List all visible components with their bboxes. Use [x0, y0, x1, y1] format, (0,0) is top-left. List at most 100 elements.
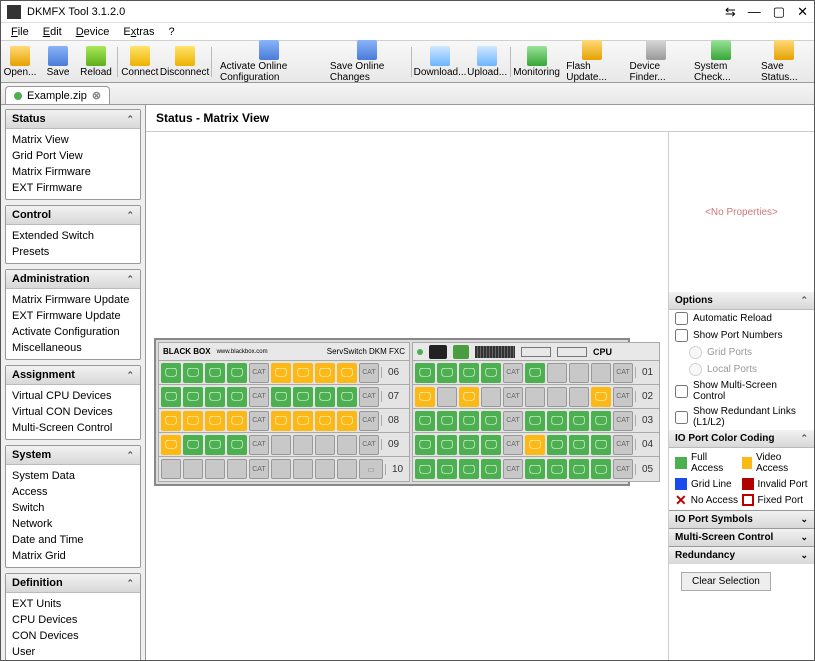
port-orange[interactable]: 🖵 [205, 411, 225, 431]
io-symbols-header[interactable]: IO Port Symbols⌄ [669, 510, 814, 528]
port-orange[interactable]: 🖵 [459, 387, 479, 407]
sidebar-item-sysdata[interactable]: System Data [12, 468, 134, 484]
monitoring-button[interactable]: Monitoring [513, 44, 560, 80]
port-cat[interactable]: CAT [249, 459, 269, 479]
sidebar-item-access[interactable]: Access [12, 484, 134, 500]
port-cat[interactable]: CAT [249, 435, 269, 455]
port-orange[interactable]: 🖵 [183, 411, 203, 431]
upload-button[interactable]: Upload... [466, 44, 508, 80]
port-cat[interactable]: CAT [503, 435, 523, 455]
port-orange[interactable]: 🖵 [337, 363, 357, 383]
port-green[interactable]: 🖵 [415, 435, 435, 455]
port-green[interactable]: 🖵 [547, 411, 567, 431]
port-green[interactable]: 🖵 [271, 387, 291, 407]
port-green[interactable]: 🖵 [315, 387, 335, 407]
port-empty[interactable] [547, 387, 567, 407]
disconnect-button[interactable]: Disconnect [160, 44, 209, 80]
port-cat[interactable]: CAT [249, 411, 269, 431]
port-empty[interactable] [293, 435, 313, 455]
port-empty[interactable] [569, 387, 589, 407]
port-orange[interactable]: 🖵 [161, 435, 181, 455]
port-green[interactable]: 🖵 [481, 363, 501, 383]
port-empty[interactable] [271, 435, 291, 455]
port-cat[interactable]: CAT [359, 435, 379, 455]
port-green[interactable]: 🖵 [415, 459, 435, 479]
sidebar-item-switch[interactable]: Switch [12, 500, 134, 516]
port-cat[interactable]: CAT [359, 363, 379, 383]
menu-extras[interactable]: Extras [117, 25, 160, 39]
port-cat[interactable]: CAT [359, 387, 379, 407]
port-cat[interactable]: CAT [613, 411, 633, 431]
sidebar-item-matrix-fw-upd[interactable]: Matrix Firmware Update [12, 292, 134, 308]
sidebar-item-grid-port[interactable]: Grid Port View [12, 148, 134, 164]
port-green[interactable]: 🖵 [415, 363, 435, 383]
auto-reload-checkbox[interactable] [675, 312, 688, 325]
port-empty[interactable] [591, 363, 611, 383]
open-button[interactable]: Open... [1, 44, 39, 80]
port-green[interactable]: 🖵 [183, 387, 203, 407]
port-green[interactable]: 🖵 [481, 411, 501, 431]
port-green[interactable]: 🖵 [227, 435, 247, 455]
port-orange[interactable]: 🖵 [161, 411, 181, 431]
port-orange[interactable]: 🖵 [315, 363, 335, 383]
show-redun-checkbox[interactable] [675, 411, 688, 424]
save-status-button[interactable]: Save Status... [755, 38, 814, 85]
port-cat[interactable]: CAT [503, 363, 523, 383]
port-cat[interactable]: CAT [359, 411, 379, 431]
show-msc-checkbox[interactable] [675, 385, 688, 398]
port-green[interactable]: 🖵 [547, 435, 567, 455]
sidebar-item-vcon[interactable]: Virtual CON Devices [12, 404, 134, 420]
menu-edit[interactable]: Edit [37, 25, 68, 39]
port-green[interactable]: 🖵 [227, 387, 247, 407]
port-green[interactable]: 🖵 [459, 363, 479, 383]
window-minimize-icon[interactable]: — [748, 4, 761, 20]
port-green[interactable]: 🖵 [525, 459, 545, 479]
port-empty[interactable] [569, 363, 589, 383]
sidebar-item-cpudev[interactable]: CPU Devices [12, 612, 134, 628]
sidebar-item-matrix-fw[interactable]: Matrix Firmware [12, 164, 134, 180]
port-green[interactable]: 🖵 [459, 435, 479, 455]
port-green[interactable]: 🖵 [205, 363, 225, 383]
port-green[interactable]: 🖵 [525, 411, 545, 431]
port-green[interactable]: 🖵 [415, 411, 435, 431]
port-green[interactable]: 🖵 [481, 459, 501, 479]
port-green[interactable]: 🖵 [569, 459, 589, 479]
port-empty[interactable] [315, 459, 335, 479]
port-green[interactable]: 🖵 [227, 363, 247, 383]
port-green[interactable]: 🖵 [569, 435, 589, 455]
port-empty[interactable]: ▭ [359, 459, 383, 479]
port-green[interactable]: 🖵 [459, 459, 479, 479]
sidebar-item-vcpu[interactable]: Virtual CPU Devices [12, 388, 134, 404]
port-cat[interactable]: CAT [613, 435, 633, 455]
menu-help[interactable]: ? [163, 25, 181, 39]
port-green[interactable]: 🖵 [437, 459, 457, 479]
port-orange[interactable]: 🖵 [293, 363, 313, 383]
port-green[interactable]: 🖵 [437, 435, 457, 455]
port-orange[interactable]: 🖵 [315, 411, 335, 431]
port-green[interactable]: 🖵 [183, 435, 203, 455]
port-cat[interactable]: CAT [503, 459, 523, 479]
save-online-button[interactable]: Save Online Changes [324, 38, 410, 85]
clear-selection-button[interactable]: Clear Selection [681, 572, 771, 591]
port-orange[interactable]: 🖵 [415, 387, 435, 407]
window-close-icon[interactable]: ✕ [797, 4, 808, 20]
window-restore-icon[interactable]: ⇆ [725, 4, 736, 20]
port-green[interactable]: 🖵 [591, 459, 611, 479]
reload-button[interactable]: Reload [77, 44, 115, 80]
port-orange[interactable]: 🖵 [293, 411, 313, 431]
port-empty[interactable] [481, 387, 501, 407]
panel-system-header[interactable]: System⌃ [6, 446, 140, 465]
sidebar-item-network[interactable]: Network [12, 516, 134, 532]
tab-close-icon[interactable]: ⊗ [92, 89, 101, 102]
port-orange[interactable]: 🖵 [271, 363, 291, 383]
save-button[interactable]: Save [39, 44, 77, 80]
port-green[interactable]: 🖵 [161, 387, 181, 407]
sidebar-item-ext-fw[interactable]: EXT Firmware [12, 180, 134, 196]
device-finder-button[interactable]: Device Finder... [623, 38, 687, 85]
port-cat[interactable]: CAT [249, 387, 269, 407]
port-green[interactable]: 🖵 [437, 411, 457, 431]
sidebar-item-matrix-view[interactable]: Matrix View [12, 132, 134, 148]
port-green[interactable]: 🖵 [205, 387, 225, 407]
port-empty[interactable] [437, 387, 457, 407]
port-cat[interactable]: CAT [249, 363, 269, 383]
